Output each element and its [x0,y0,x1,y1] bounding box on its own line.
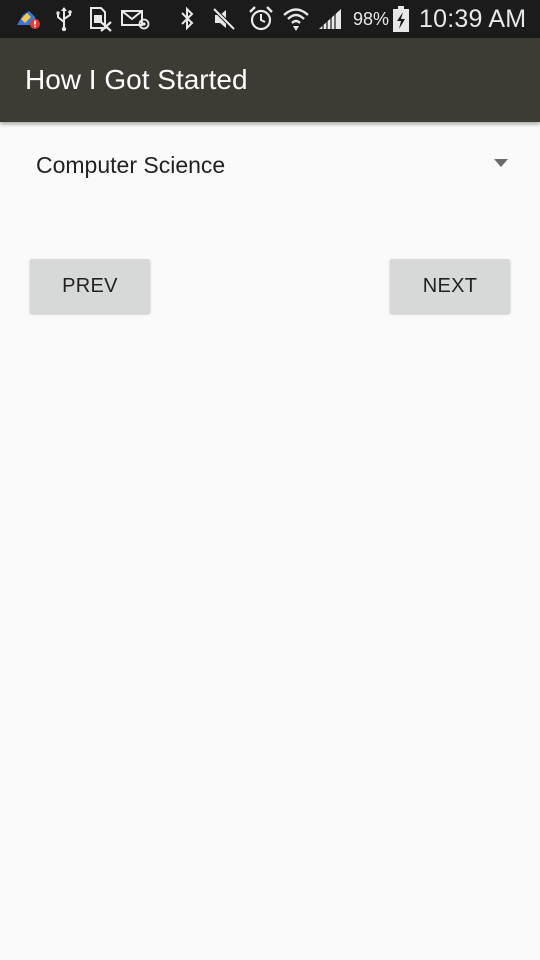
mute-icon [210,5,238,33]
usb-icon [52,5,76,33]
status-bar: 98% 10:39 AM [0,0,540,38]
next-button[interactable]: NEXT [390,259,510,313]
app-title: How I Got Started [25,64,248,95]
battery-percent: 98% [353,9,390,29]
alarm-icon [246,5,276,33]
battery-charging-icon [391,5,411,33]
bluetooth-icon [176,5,198,33]
prev-button[interactable]: PREV [30,259,150,313]
sim-icon [86,5,114,33]
email-icon [120,5,150,33]
category-spinner[interactable]: Computer Science [20,140,520,190]
app-bar: How I Got Started [0,38,540,122]
screen: 98% 10:39 AM How I Got Started Computer … [0,0,540,960]
clock: 10:39 AM [419,5,527,33]
spinner-selected-value: Computer Science [36,152,226,178]
wifi-icon [281,5,311,33]
signal-icon [316,5,344,33]
dropdown-arrow-icon [494,159,508,167]
app-alert-icon [14,5,42,33]
